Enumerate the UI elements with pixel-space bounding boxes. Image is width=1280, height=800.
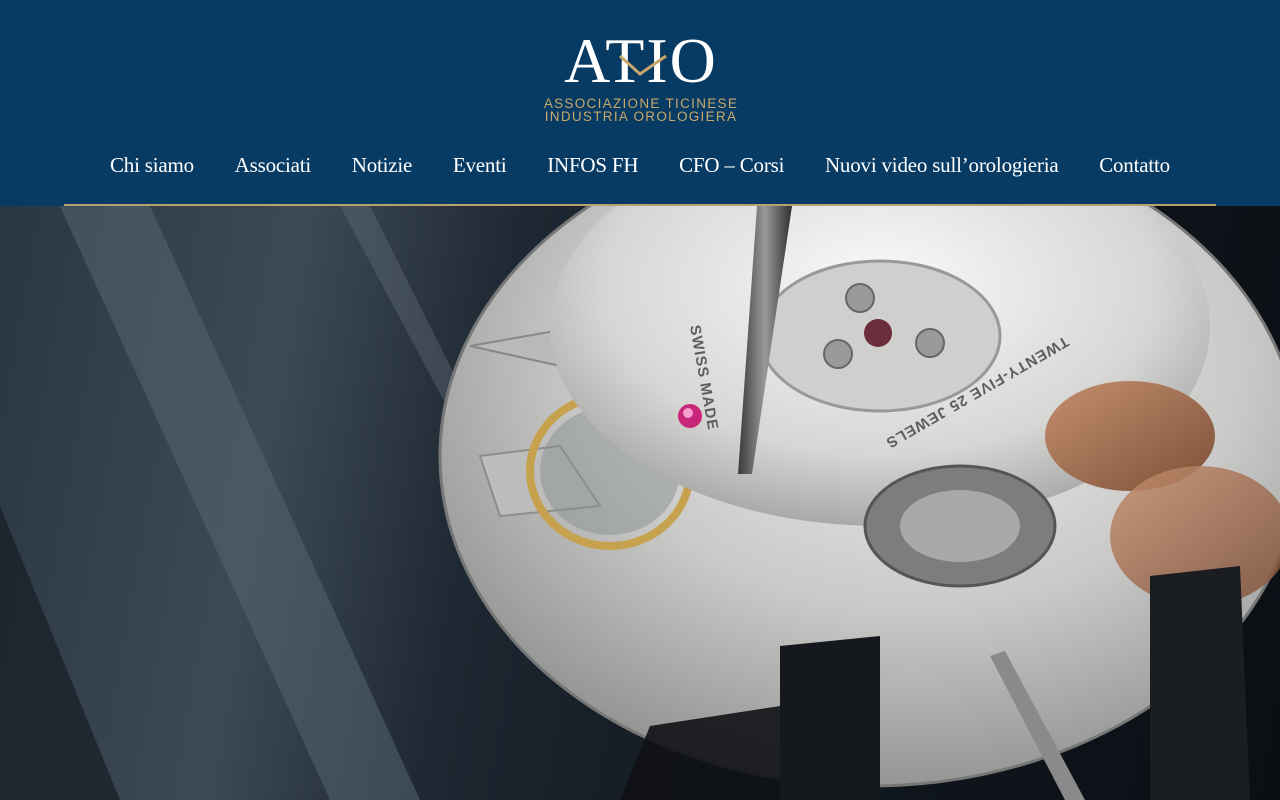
main-nav: Chi siamo Associati Notizie Eventi INFOS… — [64, 140, 1216, 190]
site-logo[interactable]: ATIO ASSOCIAZIONE TICINESE INDUSTRIA ORO… — [538, 26, 744, 126]
nav-item-cfo-corsi[interactable]: CFO – Corsi — [679, 153, 784, 178]
nav-item-notizie[interactable]: Notizie — [352, 153, 413, 178]
nav-item-associati[interactable]: Associati — [235, 153, 312, 178]
atio-logo-mark: ATIO — [564, 26, 718, 88]
hero-image-watch-movement: SWISS MADE TWENTY-FIVE 25 JEWELS — [0, 206, 1280, 800]
hero-banner: SWISS MADE TWENTY-FIVE 25 JEWELS — [0, 206, 1280, 800]
site-header: ATIO ASSOCIAZIONE TICINESE INDUSTRIA ORO… — [0, 0, 1280, 206]
nav-item-eventi[interactable]: Eventi — [453, 153, 507, 178]
logo-tagline-line2: INDUSTRIA OROLOGIERA — [544, 109, 738, 124]
nav-item-infos-fh[interactable]: INFOS FH — [547, 153, 638, 178]
page: ATIO ASSOCIAZIONE TICINESE INDUSTRIA ORO… — [0, 0, 1280, 800]
logo-wordmark: ATIO — [564, 26, 718, 88]
nav-item-contatto[interactable]: Contatto — [1099, 153, 1170, 178]
nav-item-nuovi-video[interactable]: Nuovi video sull’orologieria — [825, 153, 1059, 178]
nav-item-chi-siamo[interactable]: Chi siamo — [110, 153, 194, 178]
